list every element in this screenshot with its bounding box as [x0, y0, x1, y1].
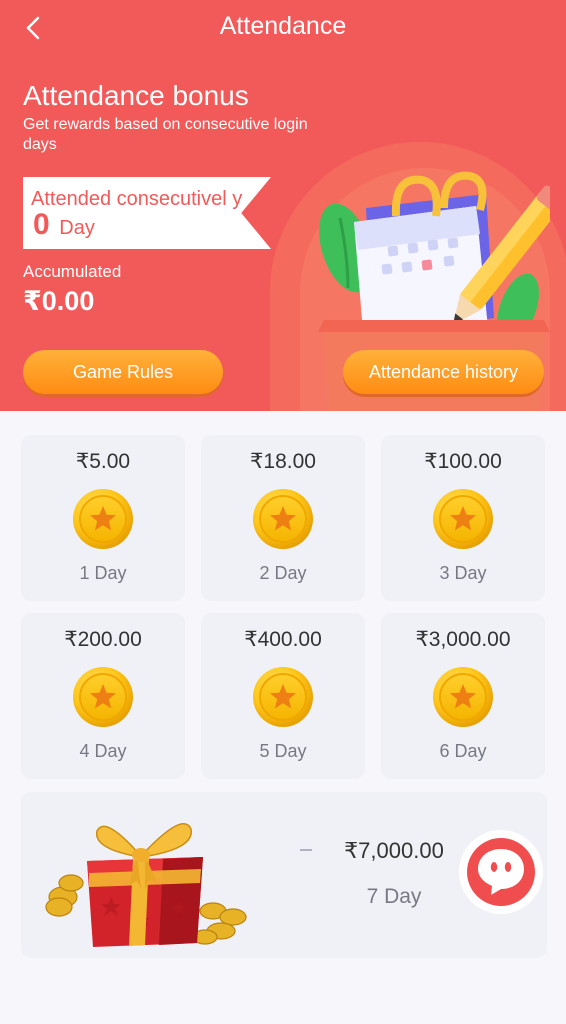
accumulated-label: Accumulated [23, 262, 122, 281]
accumulated-amount: ₹0.00 [23, 286, 95, 316]
streak-text: Attended consecutivel y 0 Day [31, 186, 249, 241]
reward-card-day-2: ₹18.00 2 Day [201, 435, 365, 601]
bonus-subtitle: Get rewards based on consecutive login d… [23, 116, 308, 153]
streak-days: 0 [33, 208, 50, 241]
reward-day: 1 Day [79, 563, 127, 583]
reward-card-day-1: ₹5.00 1 Day [21, 435, 185, 601]
streak-prefix: Attended consecutivel y [31, 188, 243, 210]
coin-icon [253, 667, 313, 727]
streak-suffix: Day [59, 217, 95, 239]
reward-day: 7 Day [366, 885, 422, 908]
coin-icon [73, 489, 133, 549]
reward-amount: ₹100.00 [424, 450, 502, 473]
reward-amount: ₹18.00 [250, 450, 316, 473]
game-rules-button[interactable]: Game Rules [23, 350, 223, 394]
reward-card-day-5: ₹400.00 5 Day [201, 613, 365, 779]
reward-amount: ₹3,000.00 [415, 628, 511, 651]
reward-amount: ₹7,000.00 [344, 838, 444, 863]
reward-card-day-6: ₹3,000.00 6 Day [381, 613, 545, 779]
reward-amount: ₹5.00 [75, 450, 131, 473]
reward-amount: ₹400.00 [244, 628, 322, 651]
top-bar: Attendance [0, 0, 566, 56]
coin-icon [433, 489, 493, 549]
hero-banner: Attendance Attendance bonus Get rewards … [0, 0, 566, 411]
gift-icon [45, 823, 247, 947]
reward-day: 2 Day [259, 563, 307, 583]
day-7-separator [300, 849, 312, 851]
reward-day: 5 Day [259, 741, 307, 761]
chat-icon[interactable] [458, 829, 544, 915]
coin-icon [253, 489, 313, 549]
attendance-history-button[interactable]: Attendance history [343, 350, 544, 394]
reward-day: 3 Day [439, 563, 487, 583]
reward-day: 6 Day [439, 741, 487, 761]
reward-card-day-4: ₹200.00 4 Day [21, 613, 185, 779]
bonus-title: Attendance bonus [23, 80, 249, 111]
coin-icon [73, 667, 133, 727]
reward-amount: ₹200.00 [64, 628, 142, 651]
reward-day: 4 Day [79, 741, 127, 761]
coin-icon [433, 667, 493, 727]
reward-card-day-3: ₹100.00 3 Day [381, 435, 545, 601]
page-title: Attendance [219, 12, 347, 40]
